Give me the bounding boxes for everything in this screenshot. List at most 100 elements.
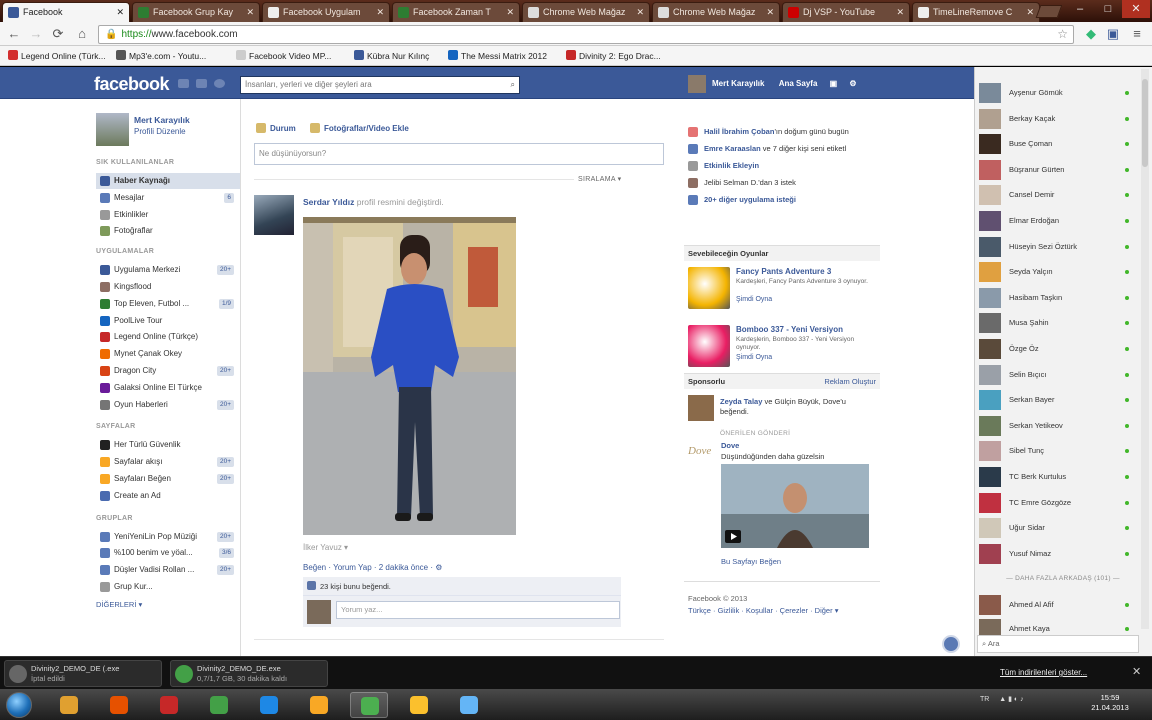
sidebar-item[interactable]: Her Türlü Güvenlik (96, 437, 240, 453)
bookmark-item[interactable]: Legend Online (Türk... (8, 50, 106, 61)
messages-icon[interactable] (196, 79, 207, 88)
download-item[interactable]: Divinity2_DEMO_DE (.exe İptal edildi (4, 660, 162, 687)
home-link[interactable]: Ana Sayfa (779, 79, 818, 88)
sidebar-item[interactable]: Mesajlar 6 (96, 190, 240, 206)
chat-friend[interactable]: Ahmed Al Afif (979, 593, 1139, 617)
sidebar-item[interactable]: Düşler Vadisi Rollan ... 20+ (96, 562, 240, 578)
browser-tab[interactable]: Facebook ✕ (2, 2, 130, 22)
taskbar-app[interactable] (300, 692, 338, 718)
chat-friend[interactable]: Serkan Bayer (979, 388, 1139, 412)
sidebar-item[interactable]: Top Eleven, Futbol ... 1/9 (96, 296, 240, 312)
sidebar-item[interactable]: %100 benim ve yöal... 3/6 (96, 545, 240, 561)
profile-name-link[interactable]: Mert Karayılık (134, 115, 190, 125)
ticker-bold-link[interactable]: Halil İbrahim Çoban (704, 127, 774, 136)
download-item[interactable]: Divinity2_DEMO_DE.exe 0,7/1,7 GB, 30 daki… (170, 660, 328, 687)
photo-video-tab[interactable]: Fotoğraflar/Video Ekle (310, 123, 409, 133)
sidebar-item[interactable]: Fotoğraflar (96, 223, 240, 239)
post-author-avatar[interactable] (254, 195, 294, 235)
game-title[interactable]: Fancy Pants Adventure 3 (736, 267, 831, 276)
sidebar-item[interactable]: Etkinlikler (96, 207, 240, 223)
game-image[interactable] (688, 325, 730, 367)
chat-friend[interactable]: Cansel Demir (979, 183, 1139, 207)
chat-friend[interactable]: Uğur Sidar (979, 516, 1139, 540)
chat-friend[interactable]: Özge Öz (979, 337, 1139, 361)
friend-requests-icon[interactable] (178, 79, 189, 88)
browser-tab[interactable]: Facebook Zaman T ✕ (392, 2, 520, 22)
bookmark-item[interactable]: Kübra Nur Kılınç (354, 50, 429, 61)
chat-friend[interactable]: Elmar Erdoğan (979, 209, 1139, 233)
clock[interactable]: 15:59 21.04.2013 (1082, 693, 1138, 713)
bookmark-item[interactable]: The Messi Matrix 2012 (448, 50, 547, 61)
edit-profile-link[interactable]: Profili Düzenle (134, 127, 186, 136)
game-image[interactable] (688, 267, 730, 309)
taskbar-app[interactable] (100, 692, 138, 718)
browser-tab[interactable]: Dj VSP - YouTube ✕ (782, 2, 910, 22)
chat-friend[interactable]: Serkan Yetikeov (979, 414, 1139, 438)
taskbar-app[interactable] (200, 692, 238, 718)
post-actions[interactable]: Beğen · Yorum Yap · 2 dakika önce · ⚙ (303, 563, 442, 572)
avatar[interactable] (688, 75, 706, 93)
close-download-shelf-icon[interactable]: ✕ (1132, 665, 1141, 678)
new-tab-button[interactable] (1035, 5, 1063, 18)
dove-logo[interactable]: Dove (688, 445, 711, 457)
notifications-icon[interactable] (214, 79, 225, 88)
taskbar-app[interactable] (450, 692, 488, 718)
tray-icons[interactable]: ▲ ▮ ◐ ♪ (999, 696, 1023, 703)
browser-tab[interactable]: Facebook Grup Kay ✕ (132, 2, 260, 22)
tab-close-icon[interactable]: ✕ (116, 3, 124, 21)
search-icon[interactable]: ⌕ (511, 77, 515, 93)
extension-icon[interactable]: ◆ (1084, 26, 1098, 42)
menu-icon[interactable]: ≡ (1130, 26, 1144, 42)
sidebar-item[interactable]: Mynet Çanak Okey (96, 346, 240, 362)
facebook-search-input[interactable]: İnsanları, yerleri ve diğer şeyleri ara ⌕ (240, 76, 520, 94)
maximize-button[interactable]: □ (1094, 0, 1122, 18)
tab-close-icon[interactable]: ✕ (896, 3, 904, 21)
sidebar-item[interactable]: PoolLive Tour (96, 313, 240, 329)
chat-friend[interactable]: Büşranur Gürten (979, 158, 1139, 182)
chat-toggle-icon[interactable] (942, 635, 960, 653)
taskbar-app[interactable] (400, 692, 438, 718)
chat-friend[interactable]: Hüseyin Sezi Öztürk (979, 235, 1139, 259)
browser-tab[interactable]: Facebook Uygulam ✕ (262, 2, 390, 22)
like-page-link[interactable]: Bu Sayfayı Beğen (721, 557, 781, 567)
sidebar-item[interactable]: Legend Online (Türkçe) (96, 329, 240, 345)
sort-menu[interactable]: SIRALAMA ▾ (578, 175, 621, 183)
bookmark-item[interactable]: Divinity 2: Ego Drac... (566, 50, 661, 61)
tab-close-icon[interactable]: ✕ (376, 3, 384, 21)
show-all-downloads-link[interactable]: Tüm indirilenleri göster... (1000, 668, 1087, 677)
chat-friend[interactable]: Ayşenur Gömük (979, 81, 1139, 105)
chat-friend[interactable]: Musa Şahin (979, 311, 1139, 335)
bookmark-item[interactable]: Facebook Video MP... (236, 50, 331, 61)
chat-friend[interactable]: Buse Çoman (979, 132, 1139, 156)
chat-friend[interactable]: TC Berk Kurtulus (979, 465, 1139, 489)
chat-friend[interactable]: Sibel Tunç (979, 439, 1139, 463)
tab-close-icon[interactable]: ✕ (246, 3, 254, 21)
tab-close-icon[interactable]: ✕ (506, 3, 514, 21)
tab-close-icon[interactable]: ✕ (636, 3, 644, 21)
taskbar-app[interactable] (250, 692, 288, 718)
chat-search-input[interactable]: ⌕ Ara (977, 635, 1139, 653)
forward-icon[interactable]: → (28, 26, 44, 42)
game-title[interactable]: Bomboo 337 - Yeni Versiyon (736, 325, 843, 334)
facebook-extension-icon[interactable]: ▣ (1106, 26, 1120, 42)
play-now-link[interactable]: Şimdi Oyna (736, 354, 772, 361)
sidebar-item[interactable]: Kingsflood (96, 279, 240, 295)
bookmark-item[interactable]: Mp3'e.com - Youtu... (116, 50, 206, 61)
sidebar-item[interactable]: Oyun Haberleri 20+ (96, 397, 240, 413)
reload-icon[interactable]: ⟳ (50, 26, 66, 42)
start-button[interactable] (6, 692, 32, 718)
chat-friend[interactable]: Yusuf Nimaz (979, 542, 1139, 566)
chat-scrollbar[interactable] (1141, 69, 1149, 629)
back-icon[interactable]: ← (6, 26, 22, 42)
address-bar[interactable]: 🔒 https://www.facebook.com ☆ (98, 25, 1074, 44)
sidebar-item[interactable]: Galaksi Online El Türkçe (96, 380, 240, 396)
chat-friend[interactable]: Hasibam Taşkın (979, 286, 1139, 310)
sidebar-item[interactable]: Haber Kaynağı (96, 173, 240, 189)
bookmark-star-icon[interactable]: ☆ (1057, 26, 1068, 43)
footer-links[interactable]: Türkçe · Gizlilik · Koşullar · Çerezler … (688, 606, 838, 615)
chat-scrollbar-thumb[interactable] (1142, 79, 1148, 167)
taskbar-app[interactable] (350, 692, 388, 718)
browser-tab[interactable]: TimeLineRemove C ✕ (912, 2, 1040, 22)
sidebar-item[interactable]: Sayfalar akışı 20+ (96, 454, 240, 470)
sidebar-item[interactable]: Create an Ad (96, 488, 240, 504)
